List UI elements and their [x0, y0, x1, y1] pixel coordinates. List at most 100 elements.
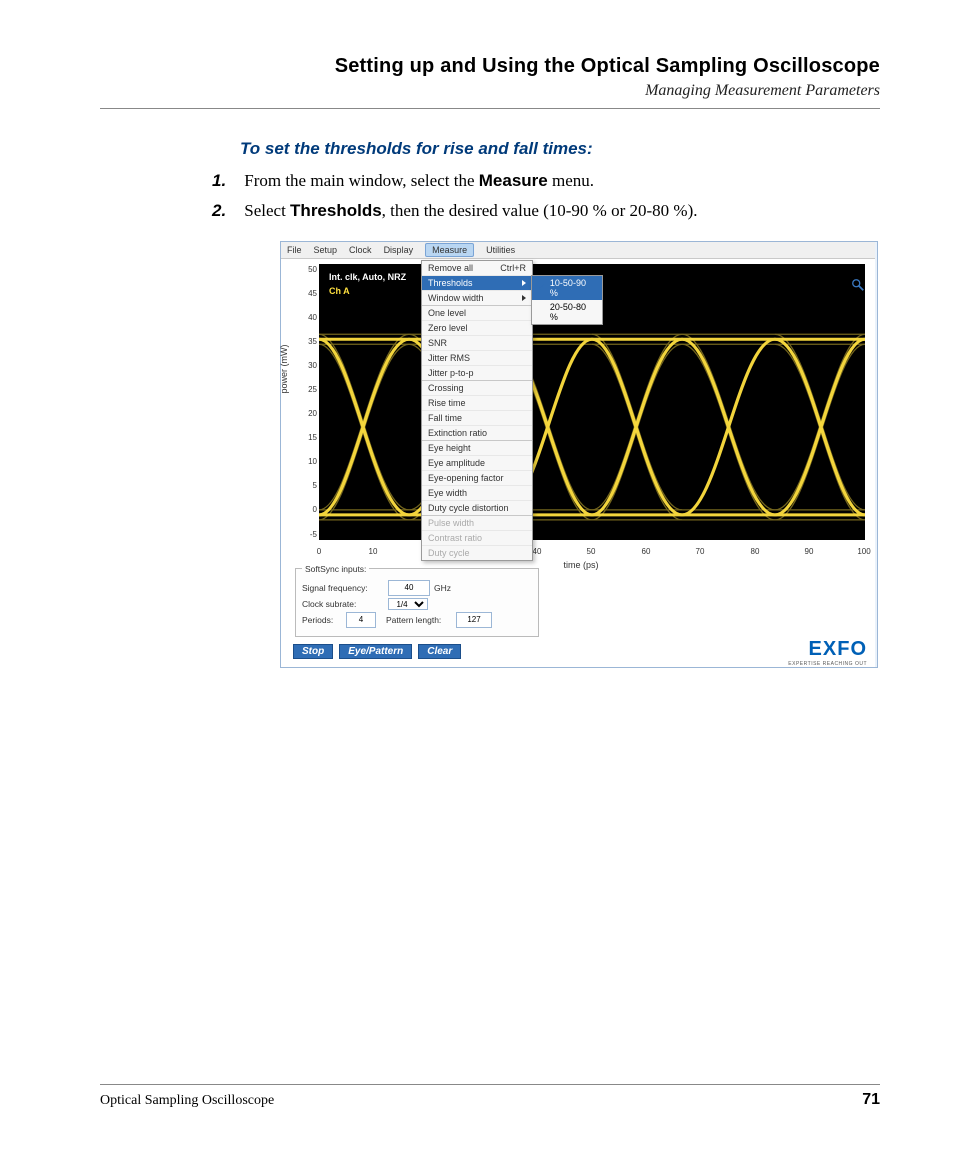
menu-eye-opening-factor[interactable]: Eye-opening factor	[422, 471, 532, 486]
menubar[interactable]: File Setup Clock Display Measure Utiliti…	[281, 242, 875, 259]
step-2: 2. Select Thresholds, then the desired v…	[100, 199, 880, 223]
step-1-bold: Measure	[479, 171, 548, 190]
step-1-text-pre: From the main window, select the	[244, 171, 479, 190]
screenshot-frame: File Setup Clock Display Measure Utiliti…	[280, 241, 878, 668]
xtick: 50	[587, 547, 596, 556]
menu-eye-width[interactable]: Eye width	[422, 486, 532, 501]
threshold-20-50-80-label: 20-50-80 %	[550, 302, 596, 322]
menu-thresholds[interactable]: Thresholds	[422, 276, 532, 291]
y-axis-label: power (mW)	[279, 344, 289, 393]
menu-eye-amplitude[interactable]: Eye amplitude	[422, 456, 532, 471]
menu-duty-cycle: Duty cycle	[422, 546, 532, 560]
submenu-arrow-icon	[522, 280, 526, 286]
page-footer: Optical Sampling Oscilloscope 71	[100, 1084, 880, 1109]
ytick: 15	[303, 433, 317, 442]
ytick: 20	[303, 409, 317, 418]
menu-snr[interactable]: SNR	[422, 336, 532, 351]
check-icon: ✓	[538, 282, 546, 293]
menu-fall-time[interactable]: Fall time	[422, 411, 532, 426]
ytick: 45	[303, 289, 317, 298]
signal-freq-input[interactable]	[388, 580, 430, 596]
step-2-number: 2.	[212, 199, 240, 223]
eye-pattern-button[interactable]: Eye/Pattern	[339, 644, 412, 659]
ytick: -5	[303, 530, 317, 539]
step-2-bold: Thresholds	[290, 201, 382, 220]
menu-window-width-label: Window width	[428, 293, 484, 303]
section-heading: To set the thresholds for rise and fall …	[100, 139, 880, 159]
menu-display[interactable]: Display	[384, 245, 414, 255]
menu-eye-height[interactable]: Eye height	[422, 441, 532, 456]
ytick: 10	[303, 457, 317, 466]
ytick: 25	[303, 385, 317, 394]
menu-pulse-width: Pulse width	[422, 516, 532, 531]
menu-contrast-ratio: Contrast ratio	[422, 531, 532, 546]
thresholds-submenu[interactable]: ✓ 10-50-90 % 20-50-80 %	[531, 275, 603, 325]
pattern-length-input[interactable]	[456, 612, 492, 628]
measure-dropdown[interactable]: Remove all Ctrl+R Thresholds Window width…	[421, 260, 533, 561]
clock-subrate-select[interactable]: 1/4	[388, 598, 428, 610]
menu-remove-all[interactable]: Remove all Ctrl+R	[422, 261, 532, 276]
menu-setup[interactable]: Setup	[314, 245, 338, 255]
footer-doc-title: Optical Sampling Oscilloscope	[100, 1093, 274, 1109]
menu-remove-all-shortcut: Ctrl+R	[500, 263, 526, 273]
xtick: 10	[369, 547, 378, 556]
threshold-10-50-90[interactable]: ✓ 10-50-90 %	[532, 276, 602, 300]
ytick: 5	[303, 481, 317, 490]
exfo-logo: EXFO	[809, 638, 867, 661]
footer-page-number: 71	[862, 1091, 880, 1109]
xtick: 0	[317, 547, 321, 556]
page-subtitle: Managing Measurement Parameters	[100, 82, 880, 100]
menu-measure[interactable]: Measure	[425, 243, 474, 257]
ytick: 30	[303, 361, 317, 370]
stop-button[interactable]: Stop	[293, 644, 333, 659]
periods-label: Periods:	[302, 615, 342, 625]
menu-utilities[interactable]: Utilities	[486, 245, 515, 255]
menu-jitter-pp[interactable]: Jitter p-to-p	[422, 366, 532, 381]
menu-crossing[interactable]: Crossing	[422, 381, 532, 396]
periods-input[interactable]	[346, 612, 376, 628]
menu-one-level[interactable]: One level	[422, 306, 532, 321]
zoom-icon[interactable]	[851, 278, 865, 292]
menu-window-width[interactable]: Window width	[422, 291, 532, 306]
xtick: 40	[533, 547, 542, 556]
menu-jitter-rms[interactable]: Jitter RMS	[422, 351, 532, 366]
step-2-text-pre: Select	[244, 201, 290, 220]
threshold-20-50-80[interactable]: 20-50-80 %	[532, 300, 602, 324]
clear-button[interactable]: Clear	[418, 644, 461, 659]
xtick: 90	[805, 547, 814, 556]
signal-freq-unit: GHz	[434, 583, 451, 593]
clock-subrate-label: Clock subrate:	[302, 599, 384, 609]
exfo-tagline: EXPERTISE REACHING OUT	[788, 661, 867, 667]
softsync-panel: SoftSync inputs: Signal frequency: GHz C…	[295, 564, 539, 637]
x-axis-label: time (ps)	[563, 560, 598, 570]
step-1-number: 1.	[212, 169, 240, 193]
button-row: Stop Eye/Pattern Clear	[293, 644, 461, 659]
pattern-length-label: Pattern length:	[386, 615, 452, 625]
menu-duty-cycle-distortion[interactable]: Duty cycle distortion	[422, 501, 532, 516]
page-title: Setting up and Using the Optical Samplin…	[100, 55, 880, 78]
app-window: File Setup Clock Display Measure Utiliti…	[281, 242, 875, 667]
step-1-text-post: menu.	[548, 171, 594, 190]
step-1: 1. From the main window, select the Meas…	[100, 169, 880, 193]
xtick: 70	[696, 547, 705, 556]
xtick: 60	[642, 547, 651, 556]
menu-rise-time[interactable]: Rise time	[422, 396, 532, 411]
menu-file[interactable]: File	[287, 245, 302, 255]
step-2-text-post: , then the desired value (10-90 % or 20-…	[382, 201, 698, 220]
xtick: 100	[857, 547, 870, 556]
ytick: 40	[303, 313, 317, 322]
submenu-arrow-icon	[522, 295, 526, 301]
menu-clock[interactable]: Clock	[349, 245, 372, 255]
menu-extinction-ratio[interactable]: Extinction ratio	[422, 426, 532, 441]
ytick: 0	[303, 505, 317, 514]
menu-zero-level[interactable]: Zero level	[422, 321, 532, 336]
menu-remove-all-label: Remove all	[428, 263, 473, 273]
softsync-legend: SoftSync inputs:	[302, 564, 369, 574]
header-rule	[100, 108, 880, 109]
threshold-10-50-90-label: 10-50-90 %	[550, 278, 596, 298]
menu-thresholds-label: Thresholds	[428, 278, 473, 288]
signal-freq-label: Signal frequency:	[302, 583, 384, 593]
ytick: 50	[303, 265, 317, 274]
xtick: 80	[751, 547, 760, 556]
ytick: 35	[303, 337, 317, 346]
